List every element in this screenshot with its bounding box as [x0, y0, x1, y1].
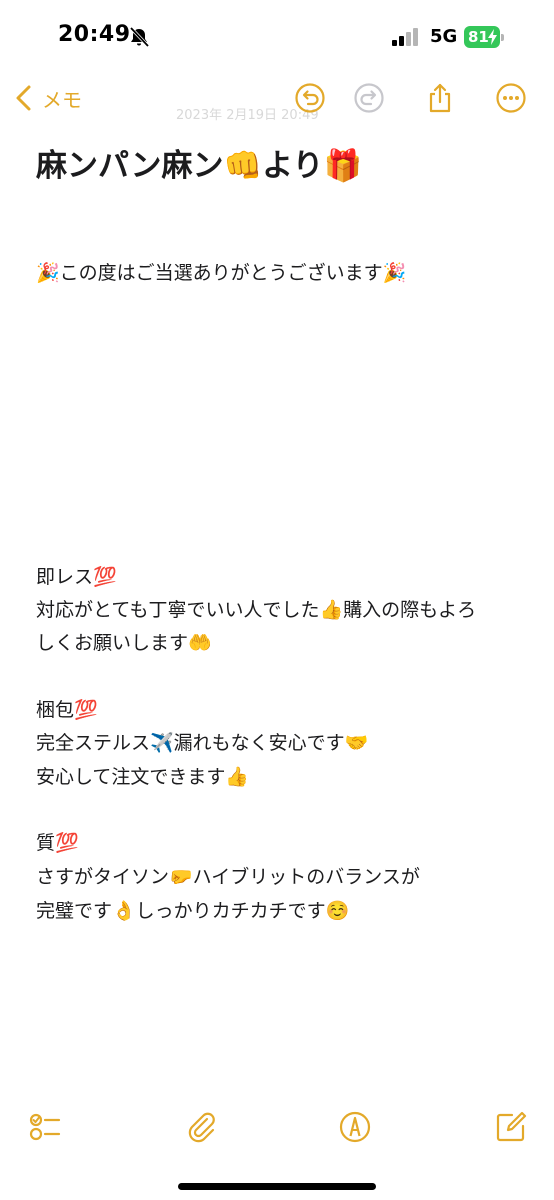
home-indicator[interactable]: [178, 1183, 376, 1190]
battery-nub: [501, 34, 504, 41]
section-heading-quality[interactable]: 質💯: [36, 828, 79, 855]
greeting-line[interactable]: 🎉この度はご当選ありがとうございます🎉: [36, 258, 406, 285]
checklist-icon[interactable]: [28, 1110, 62, 1144]
chevron-left-icon: [16, 85, 31, 111]
section-text-line[interactable]: しくお願いします🤲: [36, 628, 212, 655]
back-label: メモ: [42, 87, 82, 112]
section-text-line[interactable]: さすがタイソン🤛ハイブリットのバランスが: [36, 862, 420, 889]
battery-indicator: 81: [464, 26, 504, 48]
share-icon[interactable]: [424, 82, 456, 114]
paperclip-icon[interactable]: [185, 1110, 219, 1144]
section-text-line[interactable]: 安心して注文できます👍: [36, 762, 249, 789]
note-title[interactable]: 麻ンパン麻ン👊より🎁: [36, 140, 362, 185]
section-text-line[interactable]: 対応がとても丁寧でいい人でした👍購入の際もよろ: [36, 595, 476, 622]
markup-pen-icon[interactable]: [338, 1110, 372, 1144]
cellular-signal-icon: [392, 28, 418, 46]
back-button[interactable]: メモ: [14, 82, 82, 114]
section-heading-packaging[interactable]: 梱包💯: [36, 695, 98, 722]
section-text-line[interactable]: 完全ステルス✈️漏れもなく安心です🤝: [36, 728, 368, 755]
network-type: 5G: [430, 26, 458, 47]
section-heading-quick-reply[interactable]: 即レス💯: [36, 562, 117, 589]
section-text-line[interactable]: 完璧です👌しっかりカチカチです☺️: [36, 896, 349, 923]
charging-bolt-icon: [488, 29, 497, 45]
undo-icon[interactable]: [294, 82, 326, 114]
nav-bar: メモ 2023年 2月19日 20:49: [0, 70, 554, 126]
more-icon[interactable]: [495, 82, 527, 114]
status-time: 20:49: [58, 22, 131, 47]
bell-slash-icon: [129, 26, 150, 48]
redo-icon[interactable]: [353, 82, 385, 114]
status-bar: 20:49 5G 81: [0, 0, 554, 70]
compose-icon[interactable]: [494, 1110, 528, 1144]
